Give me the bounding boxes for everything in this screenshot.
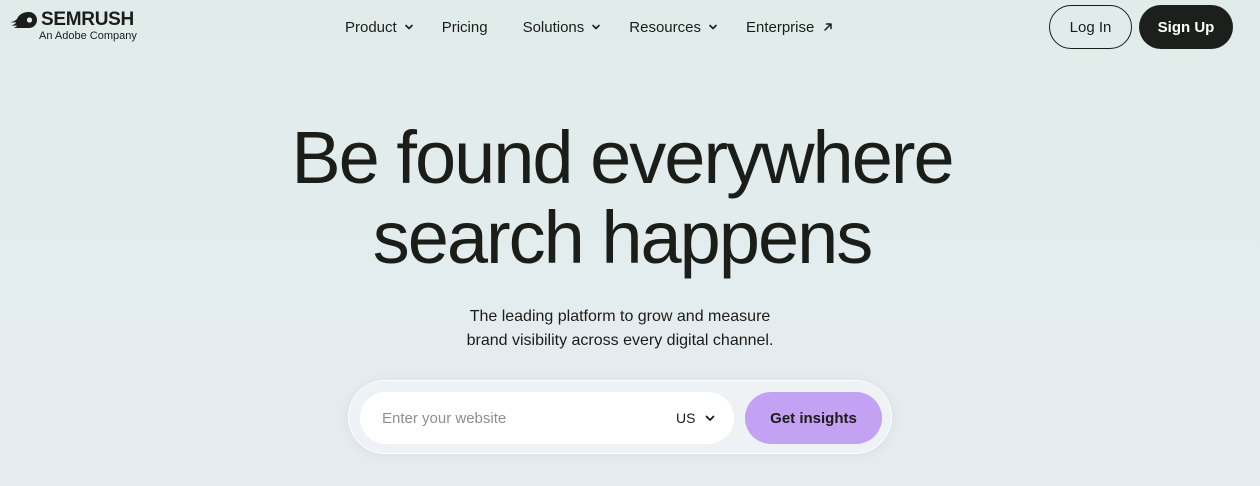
get-insights-button[interactable]: Get insights [745, 392, 882, 444]
website-search-form: US Get insights [348, 380, 892, 454]
logo-row: SEMRUSH [10, 9, 137, 30]
country-select-value: US [676, 410, 696, 426]
nav-resources-label: Resources [629, 18, 701, 36]
chevron-down-icon [404, 24, 413, 30]
semrush-fireball-icon [10, 12, 37, 28]
chevron-down-icon [709, 24, 717, 30]
hero-subtitle-line-2: brand visibility across every digital ch… [466, 332, 774, 349]
hero-title-line-1: Be found everywhere [291, 116, 954, 199]
site-header: SEMRUSH An Adobe Company Product Pricing… [0, 0, 1260, 56]
nav-enterprise-label: Enterprise [745, 18, 815, 36]
nav-product[interactable]: Product [345, 17, 414, 37]
signup-button[interactable]: Sign Up [1139, 5, 1233, 49]
hero-subtitle: The leading platform to grow and measure… [0, 305, 1240, 353]
nav-pricing[interactable]: Pricing [442, 17, 488, 37]
country-select[interactable]: US [676, 392, 716, 444]
hero-title: Be found everywhere search happens [0, 118, 1244, 278]
website-input[interactable] [382, 392, 652, 444]
search-input-box: US [360, 392, 734, 444]
nav-solutions-label: Solutions [522, 18, 585, 36]
logo-wordmark: SEMRUSH [41, 9, 134, 30]
login-button[interactable]: Log In [1049, 5, 1132, 49]
nav-resources[interactable]: Resources [629, 17, 718, 37]
nav-pricing-label: Pricing [441, 18, 488, 36]
chevron-down-icon [592, 24, 601, 30]
chevron-down-icon [706, 415, 715, 421]
hero-subtitle-line-1: The leading platform to grow and measure [469, 308, 771, 325]
logo-subtitle: An Adobe Company [39, 30, 137, 42]
semrush-logo[interactable]: SEMRUSH An Adobe Company [10, 9, 137, 43]
arrow-up-right-icon [824, 23, 833, 31]
hero-title-line-2: search happens [372, 196, 874, 279]
nav-enterprise[interactable]: Enterprise [746, 17, 833, 37]
nav-solutions[interactable]: Solutions [523, 17, 602, 37]
main-nav: Product Pricing Solutions Resources Ente… [345, 17, 833, 37]
nav-product-label: Product [345, 18, 397, 36]
